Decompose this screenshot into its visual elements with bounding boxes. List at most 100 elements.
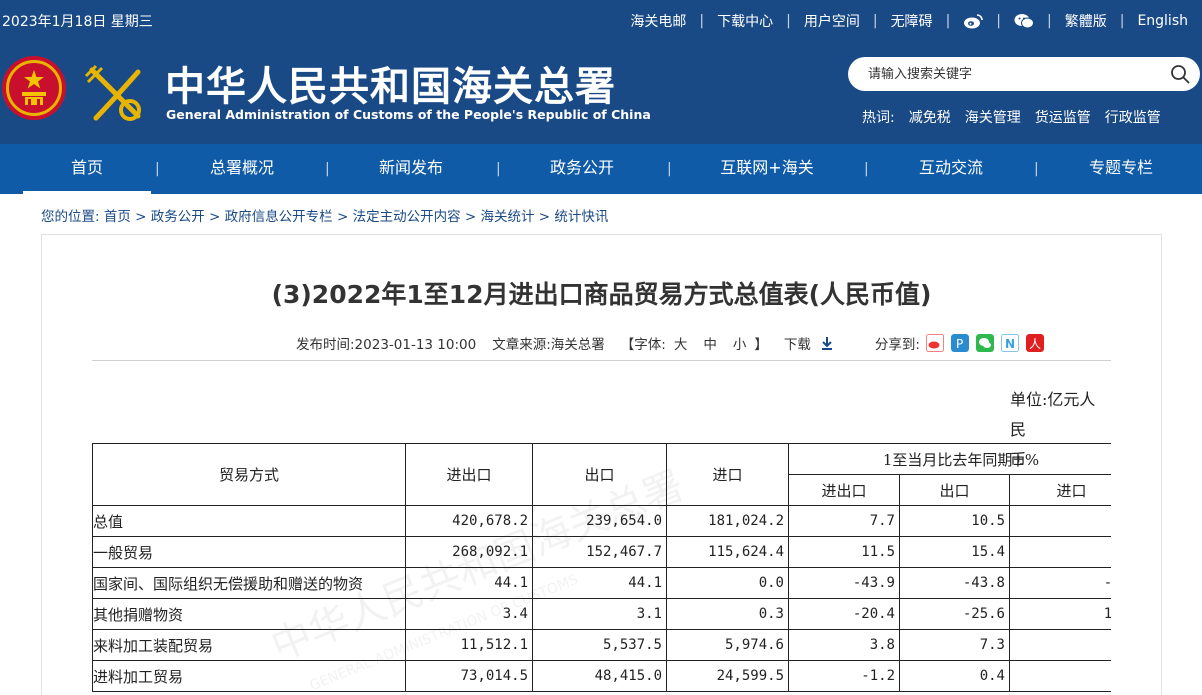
table-cell: -20.4: [788, 598, 900, 630]
trade-value-table: 贸易方式 进出口 出口 进口 1至当月比去年同期±% 进出口 出口 进口 总值 …: [92, 443, 1134, 692]
hot-words: 热词: 减免税 海关管理 货运监管 行政监管: [862, 107, 1161, 127]
col-header-yoy-group: 1至当月比去年同期±%: [788, 443, 1134, 475]
table-cell: 0.3: [666, 598, 789, 630]
nav-item-public-affairs[interactable]: 政务公开: [518, 144, 646, 194]
wechat-icon[interactable]: [1014, 13, 1034, 29]
breadcrumb-link[interactable]: 统计快讯: [554, 209, 608, 225]
table-row: 其他捐赠物资 3.4 3.1 0.3 -20.4 -25.6 125: [92, 598, 1134, 630]
table-cell: 152,467.7: [532, 536, 667, 568]
customs-badge-icon: [84, 64, 141, 121]
col-header-yoy-total: 进出口: [788, 474, 900, 506]
publish-time: 发布时间:2023-01-13 10:00: [296, 337, 477, 353]
table-row: 国家间、国际组织无偿援助和赠送的物资 44.1 44.1 0.0 -43.9 -…: [92, 567, 1134, 599]
content-clip-edge: [1111, 385, 1161, 695]
nav-separator: |: [1034, 161, 1039, 177]
table-cell: 239,654.0: [532, 505, 667, 537]
share-buttons: P N 人: [925, 334, 1044, 352]
table-cell: 3.8: [788, 629, 900, 661]
nav-item-overview[interactable]: 总署概况: [178, 144, 306, 194]
weibo-icon[interactable]: [963, 13, 984, 29]
nav-item-news[interactable]: 新闻发布: [347, 144, 475, 194]
table-cell: 7.3: [899, 629, 1010, 661]
nav-item-interaction[interactable]: 互动交流: [887, 144, 1015, 194]
font-size-large-button[interactable]: 大: [674, 333, 688, 353]
col-header-trade-mode: 贸易方式: [92, 443, 406, 506]
download-link[interactable]: 下载: [784, 333, 811, 353]
col-header-yoy-export: 出口: [899, 474, 1010, 506]
unit-label-line: 单位:亿元人民: [1010, 390, 1096, 439]
top-link-accessibility[interactable]: 无障碍: [891, 11, 933, 31]
share-weibo-icon[interactable]: [925, 334, 944, 352]
breadcrumb-link[interactable]: 首页: [104, 209, 131, 225]
nav-item-internet-customs[interactable]: 互联网+海关: [703, 144, 831, 194]
font-size-medium-button[interactable]: 中: [703, 333, 717, 353]
breadcrumb-link[interactable]: 政务公开: [151, 209, 205, 225]
table-row: 一般贸易 268,092.1 152,467.7 115,624.4 11.5 …: [92, 536, 1134, 568]
table-cell: -43.9: [788, 567, 900, 599]
lang-english-link[interactable]: English: [1137, 13, 1188, 29]
table-cell: 总值: [92, 505, 406, 537]
top-links: 海关电邮 | 下载中心 | 用户空间 | 无障碍 | | | 繁體版 | Eng…: [630, 11, 1188, 31]
download-icon[interactable]: [819, 335, 835, 351]
table-cell: 115,624.4: [666, 536, 789, 568]
article-panel: (3)2022年1至12月进出口商品贸易方式总值表(人民币值) 发布时间:202…: [41, 234, 1162, 695]
table-cell: 268,092.1: [405, 536, 533, 568]
table-cell: 44.1: [532, 567, 667, 599]
hot-word-link[interactable]: 海关管理: [965, 107, 1021, 127]
table-row: 来料加工装配贸易 11,512.1 5,537.5 5,974.6 3.8 7.…: [92, 629, 1134, 661]
separator: |: [1119, 13, 1125, 29]
search-box: [848, 57, 1200, 91]
table-row: 进料加工贸易 73,014.5 48,415.0 24,599.5 -1.2 0…: [92, 660, 1134, 692]
font-size-label: 【字体:: [620, 337, 666, 353]
table-cell: 7.7: [788, 505, 900, 537]
share-label: 分享到:: [874, 337, 920, 353]
breadcrumb: 您的位置: 首页 > 政务公开 > 政府信息公开专栏 > 法定主动公开内容 > …: [41, 209, 609, 225]
search-icon[interactable]: [1170, 64, 1190, 84]
table-cell: 进料加工贸易: [92, 660, 406, 692]
share-people-icon[interactable]: 人: [1025, 334, 1044, 352]
separator: |: [872, 13, 878, 29]
table-cell: 0.4: [899, 660, 1010, 692]
separator: |: [786, 13, 791, 29]
top-link-download[interactable]: 下载中心: [717, 11, 773, 31]
current-date: 2023年1月18日 星期三: [2, 14, 153, 30]
hot-word-link[interactable]: 行政监管: [1105, 107, 1161, 127]
lang-traditional-link[interactable]: 繁體版: [1065, 11, 1107, 31]
breadcrumb-link[interactable]: 政府信息公开专栏: [225, 209, 333, 225]
search-input[interactable]: [866, 65, 1160, 82]
table-cell: -1.2: [788, 660, 900, 692]
national-emblem-icon: [2, 56, 66, 120]
breadcrumb-link[interactable]: 海关统计: [480, 209, 534, 225]
hot-word-link[interactable]: 减免税: [909, 107, 951, 127]
font-size-small-button[interactable]: 小: [733, 333, 747, 353]
svg-text:P: P: [956, 337, 963, 351]
share-renren-icon[interactable]: N: [1000, 334, 1019, 352]
table-cell: 48,415.0: [532, 660, 667, 692]
table-cell: 3.1: [532, 598, 667, 630]
nav-item-special-topics[interactable]: 专题专栏: [1057, 144, 1185, 194]
separator: |: [1047, 13, 1052, 29]
svg-text:N: N: [1005, 337, 1015, 351]
article-title: (3)2022年1至12月进出口商品贸易方式总值表(人民币值): [271, 280, 932, 309]
breadcrumb-link[interactable]: 法定主动公开内容: [353, 209, 461, 225]
share-wechat-icon[interactable]: [975, 334, 994, 352]
table-cell: 24,599.5: [666, 660, 789, 692]
table-cell: 11,512.1: [405, 629, 533, 661]
hot-word-link[interactable]: 货运监管: [1035, 107, 1091, 127]
site-title-en: General Administration of Customs of the…: [166, 107, 651, 122]
table-cell: 国家间、国际组织无偿援助和赠送的物资: [92, 567, 406, 599]
col-header-total: 进出口: [405, 443, 533, 506]
nav-separator: |: [325, 161, 330, 177]
table-cell: 0.0: [666, 567, 789, 599]
table-cell: 420,678.2: [405, 505, 533, 537]
table-cell: -43.8: [899, 567, 1010, 599]
svg-text:人: 人: [1029, 337, 1041, 351]
font-size-close: 】: [754, 337, 768, 353]
top-link-user-space[interactable]: 用户空间: [804, 11, 860, 31]
share-qzone-icon[interactable]: P: [950, 334, 969, 352]
table-cell: 181,024.2: [666, 505, 789, 537]
nav-item-home[interactable]: 首页: [23, 144, 151, 194]
table-cell: -25.6: [899, 598, 1010, 630]
col-header-import: 进口: [666, 443, 789, 506]
top-link-email[interactable]: 海关电邮: [630, 11, 686, 31]
